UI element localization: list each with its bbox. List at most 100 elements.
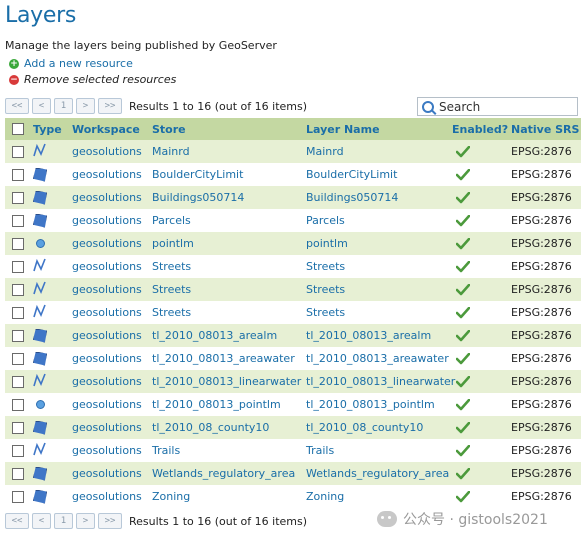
workspace-link[interactable]: geosolutions [72, 278, 142, 301]
layer-name-link[interactable]: pointlm [306, 232, 348, 255]
enabled-check-icon [452, 393, 470, 416]
layer-name-link[interactable]: Buildings050714 [306, 186, 398, 209]
layer-name-link[interactable]: BoulderCityLimit [306, 163, 397, 186]
layer-name-link[interactable]: Streets [306, 255, 345, 278]
layer-name-link[interactable]: Streets [306, 301, 345, 324]
row-checkbox[interactable] [12, 163, 24, 186]
table-row: geosolutions Wetlands_regulatory_area Wetl… [5, 462, 581, 485]
store-link[interactable]: pointlm [152, 232, 194, 255]
store-link[interactable]: Mainrd [152, 140, 190, 163]
native-srs: EPSG:2876 [511, 490, 572, 503]
workspace-link[interactable]: geosolutions [72, 255, 142, 278]
store-link[interactable]: tl_2010_08013_pointlm [152, 393, 281, 416]
next-page-button[interactable]: > [76, 98, 95, 114]
row-checkbox[interactable] [12, 416, 24, 439]
prev-page-button[interactable]: < [32, 513, 51, 529]
col-workspace[interactable]: Workspace [72, 118, 140, 140]
row-checkbox[interactable] [12, 324, 24, 347]
search-icon [422, 100, 434, 113]
polygon-layer-icon [33, 190, 47, 205]
row-checkbox[interactable] [12, 370, 24, 393]
row-checkbox[interactable] [12, 393, 24, 416]
layer-name-link[interactable]: tl_2010_08_county10 [306, 416, 423, 439]
line-layer-icon [33, 258, 47, 275]
first-page-button[interactable]: << [5, 98, 29, 114]
store-link[interactable]: tl_2010_08_county10 [152, 416, 269, 439]
first-page-button[interactable]: << [5, 513, 29, 529]
workspace-link[interactable]: geosolutions [72, 324, 142, 347]
row-checkbox[interactable] [12, 140, 24, 163]
store-link[interactable]: Streets [152, 278, 191, 301]
native-srs: EPSG:2876 [511, 398, 572, 411]
search-input[interactable]: Search [417, 97, 578, 116]
store-link[interactable]: tl_2010_08013_arealm [152, 324, 277, 347]
remove-resources-link[interactable]: − Remove selected resources [9, 73, 176, 86]
workspace-link[interactable]: geosolutions [72, 163, 142, 186]
col-enabled[interactable]: Enabled? [452, 118, 508, 140]
row-checkbox[interactable] [12, 485, 24, 508]
workspace-link[interactable]: geosolutions [72, 370, 142, 393]
table-row: geosolutions Zoning Zoning EPSG:2876 [5, 485, 581, 508]
page-number-button[interactable]: 1 [54, 98, 73, 114]
native-srs: EPSG:2876 [511, 260, 572, 273]
add-icon: + [9, 58, 19, 69]
row-checkbox[interactable] [12, 301, 24, 324]
enabled-check-icon [452, 347, 470, 370]
workspace-link[interactable]: geosolutions [72, 462, 142, 485]
add-resource-link[interactable]: + Add a new resource [9, 57, 133, 70]
row-checkbox[interactable] [12, 209, 24, 232]
layer-name-link[interactable]: Zoning [306, 485, 344, 508]
row-checkbox[interactable] [12, 186, 24, 209]
layer-name-link[interactable]: tl_2010_08013_areawater [306, 347, 449, 370]
row-checkbox[interactable] [12, 462, 24, 485]
store-link[interactable]: tl_2010_08013_areawater [152, 347, 295, 370]
page-number-button[interactable]: 1 [54, 513, 73, 529]
store-link[interactable]: Streets [152, 255, 191, 278]
store-link[interactable]: Wetlands_regulatory_area [152, 462, 295, 485]
workspace-link[interactable]: geosolutions [72, 232, 142, 255]
store-link[interactable]: Parcels [152, 209, 191, 232]
workspace-link[interactable]: geosolutions [72, 209, 142, 232]
layer-type [33, 439, 47, 462]
workspace-link[interactable]: geosolutions [72, 140, 142, 163]
next-page-button[interactable]: > [76, 513, 95, 529]
layer-name-link[interactable]: Wetlands_regulatory_area [306, 462, 449, 485]
layer-name-link[interactable]: tl_2010_08013_linearwater [306, 370, 455, 393]
col-native-srs[interactable]: Native SRS [511, 118, 579, 140]
workspace-link[interactable]: geosolutions [72, 347, 142, 370]
row-checkbox[interactable] [12, 232, 24, 255]
table-row: geosolutions Streets Streets EPSG:2876 [5, 278, 581, 301]
store-link[interactable]: BoulderCityLimit [152, 163, 243, 186]
last-page-button[interactable]: >> [98, 513, 122, 529]
layer-name-link[interactable]: Streets [306, 278, 345, 301]
row-checkbox[interactable] [12, 278, 24, 301]
table-row: geosolutions tl_2010_08013_areawater tl_20… [5, 347, 581, 370]
workspace-link[interactable]: geosolutions [72, 301, 142, 324]
col-store[interactable]: Store [152, 118, 186, 140]
store-link[interactable]: Zoning [152, 485, 190, 508]
col-type[interactable]: Type [33, 118, 62, 140]
workspace-link[interactable]: geosolutions [72, 416, 142, 439]
native-srs: EPSG:2876 [511, 444, 572, 457]
row-checkbox[interactable] [12, 439, 24, 462]
row-checkbox[interactable] [12, 255, 24, 278]
select-all-checkbox[interactable] [12, 118, 24, 140]
workspace-link[interactable]: geosolutions [72, 485, 142, 508]
point-layer-icon [36, 400, 45, 409]
last-page-button[interactable]: >> [98, 98, 122, 114]
layer-name-link[interactable]: tl_2010_08013_pointlm [306, 393, 435, 416]
layer-name-link[interactable]: Mainrd [306, 140, 344, 163]
store-link[interactable]: Trails [152, 439, 180, 462]
store-link[interactable]: Buildings050714 [152, 186, 244, 209]
layer-name-link[interactable]: Parcels [306, 209, 345, 232]
workspace-link[interactable]: geosolutions [72, 393, 142, 416]
prev-page-button[interactable]: < [32, 98, 51, 114]
layer-name-link[interactable]: Trails [306, 439, 334, 462]
row-checkbox[interactable] [12, 347, 24, 370]
workspace-link[interactable]: geosolutions [72, 186, 142, 209]
workspace-link[interactable]: geosolutions [72, 439, 142, 462]
col-layer-name[interactable]: Layer Name [306, 118, 380, 140]
store-link[interactable]: Streets [152, 301, 191, 324]
layer-name-link[interactable]: tl_2010_08013_arealm [306, 324, 431, 347]
store-link[interactable]: tl_2010_08013_linearwater [152, 370, 301, 393]
